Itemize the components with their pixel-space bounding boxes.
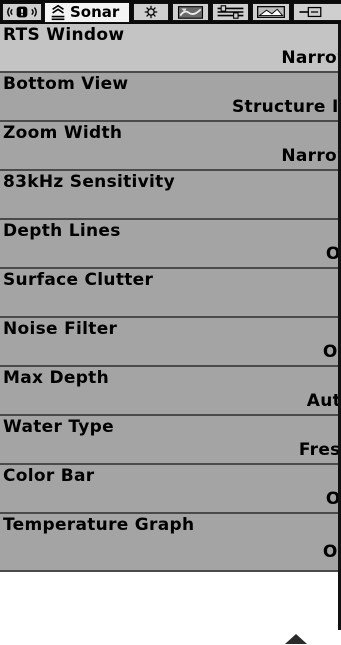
menu-item-label: Noise Filter: [3, 319, 118, 339]
menu-item-label: 83kHz Sensitivity: [3, 172, 175, 192]
menu-item-noise-filter[interactable]: Noise Filter Off: [0, 318, 341, 367]
sonar-menu-screen: ! Sonar RTS Window Narro Bottom View Str…: [0, 0, 341, 645]
sonar-tab[interactable]: Sonar: [44, 2, 130, 23]
menu-item-value: Narrow: [281, 48, 341, 68]
menu-item-label: RTS Window: [3, 25, 125, 45]
accessories-tab[interactable]: [293, 3, 341, 21]
menu-item-max-depth[interactable]: Max Depth Auto: [0, 367, 341, 416]
chart-tab[interactable]: [172, 3, 209, 21]
menu-item-value: Auto: [306, 391, 341, 411]
sonar-tab-label: Sonar: [70, 3, 120, 21]
menu-item-value: Fresh: [298, 440, 341, 460]
scroll-up-arrow-icon[interactable]: [283, 631, 309, 645]
menu-item-value: Narrow: [281, 146, 341, 166]
setup-tab[interactable]: [133, 3, 169, 21]
menu-item-rts-window[interactable]: RTS Window Narrow: [0, 24, 341, 73]
menu-item-value: Structure ID: [231, 97, 341, 117]
menu-item-label: Water Type: [3, 417, 114, 437]
sonar-menu-list: RTS Window Narrow Bottom View Structure …: [0, 24, 341, 630]
menu-item-water-type[interactable]: Water Type Fresh: [0, 416, 341, 465]
menu-tab-bar: ! Sonar: [0, 0, 341, 24]
navigation-tab[interactable]: [212, 3, 249, 21]
menu-item-label: Zoom Width: [3, 123, 123, 143]
svg-text:!: !: [20, 9, 24, 19]
menu-item-label: Color Bar: [3, 466, 95, 486]
menu-item-surface-clutter[interactable]: Surface Clutter: [0, 269, 341, 318]
gauge-icon: [299, 6, 322, 18]
menu-item-temperature-graph[interactable]: Temperature Graph Off: [0, 514, 341, 572]
menu-item-label: Bottom View: [3, 74, 129, 94]
menu-item-83khz-sensitivity[interactable]: 83kHz Sensitivity 0: [0, 171, 341, 220]
menu-item-label: Surface Clutter: [3, 270, 154, 290]
sliders-icon: [217, 5, 244, 19]
menu-item-color-bar[interactable]: Color Bar On: [0, 465, 341, 514]
menu-item-depth-lines[interactable]: Depth Lines On: [0, 220, 341, 269]
picture-icon: [257, 6, 285, 18]
sun-setup-icon: [144, 5, 158, 19]
menu-item-bottom-view[interactable]: Bottom View Structure ID: [0, 73, 341, 122]
menu-item-zoom-width[interactable]: Zoom Width Narrow: [0, 122, 341, 171]
menu-item-label: Temperature Graph: [3, 515, 195, 535]
menu-item-label: Depth Lines: [3, 221, 121, 241]
speaker-alarm-icon: !: [7, 6, 37, 19]
chart-map-icon: [177, 6, 204, 19]
alarms-tab[interactable]: !: [2, 3, 42, 21]
network-tab[interactable]: [252, 3, 290, 21]
menu-item-label: Max Depth: [3, 368, 110, 388]
